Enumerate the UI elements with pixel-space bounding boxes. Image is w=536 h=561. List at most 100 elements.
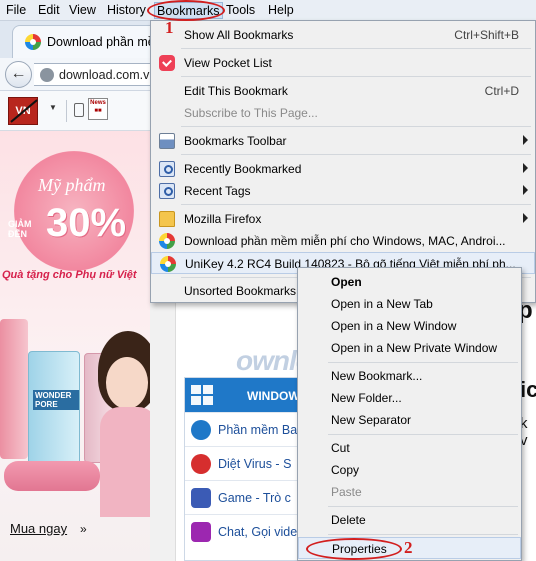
back-arrow-icon[interactable]: ← — [5, 61, 32, 88]
news-icon[interactable]: News ■■ — [88, 98, 108, 120]
search-folder-icon — [159, 161, 175, 177]
download-site-icon — [160, 256, 176, 272]
ctx-cut[interactable]: Cut — [298, 437, 521, 459]
ctx-new-folder[interactable]: New Folder... — [298, 387, 521, 409]
category-item[interactable]: Diệt Virus - S — [185, 446, 303, 480]
menu-separator — [181, 48, 531, 49]
menu-item-label: Mozilla Firefox — [184, 212, 262, 226]
menu-bar: File Edit View History Bookmarks Tools H… — [0, 0, 536, 21]
menu-recent-tags[interactable]: Recent Tags — [151, 180, 535, 202]
ctx-new-separator[interactable]: New Separator — [298, 409, 521, 431]
menu-item-label: Recent Tags — [184, 184, 251, 198]
ctx-open-new-tab[interactable]: Open in a New Tab — [298, 293, 521, 315]
menu-view[interactable]: View — [67, 2, 98, 19]
ad-headline: Mỹ phẩm — [38, 175, 106, 195]
category-list: WINDOW Phần mềm Ba Diệt Virus - S Game -… — [184, 377, 304, 561]
ctx-open[interactable]: Open — [298, 271, 521, 293]
annotation-step-2: 2 — [404, 538, 413, 557]
buy-now-arrow-icon: » — [80, 522, 87, 536]
menu-subscribe-to-page: Subscribe to This Page... — [151, 102, 535, 124]
site-favicon-icon — [25, 34, 41, 50]
ad-product-lipstick — [4, 461, 100, 491]
menu-separator — [328, 362, 518, 363]
menu-item-label: Open in a New Private Window — [331, 341, 498, 355]
ctx-new-bookmark[interactable]: New Bookmark... — [298, 365, 521, 387]
download-site-icon — [159, 233, 175, 249]
menu-item-label: New Bookmark... — [331, 369, 423, 383]
ctx-open-new-window[interactable]: Open in a New Window — [298, 315, 521, 337]
menu-item-label: View Pocket List — [184, 56, 272, 70]
menu-recently-bookmarked[interactable]: Recently Bookmarked — [151, 158, 535, 180]
menu-edit-this-bookmark[interactable]: Edit This Bookmark Ctrl+D — [151, 80, 535, 102]
page-icon[interactable] — [74, 103, 84, 117]
menu-file[interactable]: File — [4, 2, 28, 19]
ad-tagline: Quà tặng cho Phụ nữ Việt — [2, 269, 137, 281]
menu-item-label: New Folder... — [331, 391, 402, 405]
windows-category-header[interactable]: WINDOW — [185, 378, 303, 412]
bookmark-download-vn[interactable]: Download phần mềm miễn phí cho Windows, … — [151, 230, 535, 252]
menu-item-label: Open in a New Tab — [331, 297, 433, 311]
menu-item-label: New Separator — [331, 413, 412, 427]
menu-separator — [181, 126, 531, 127]
ad-product-bottle-pink — [0, 319, 28, 459]
menu-item-label: Download phần mềm miễn phí cho Windows, … — [184, 234, 506, 248]
menu-tools[interactable]: Tools — [224, 2, 257, 19]
gamepad-icon — [191, 488, 211, 508]
menu-help[interactable]: Help — [266, 2, 296, 19]
menu-bookmarks[interactable]: Bookmarks — [154, 2, 223, 19]
ad-model-body — [100, 407, 150, 517]
category-item[interactable]: Chat, Gọi vide — [185, 514, 303, 548]
menu-separator — [328, 434, 518, 435]
bookmark-context-menu: Open Open in a New Tab Open in a New Win… — [297, 267, 522, 561]
submenu-arrow-icon — [523, 135, 528, 145]
menu-separator — [328, 506, 518, 507]
buy-now-link[interactable]: Mua ngay — [10, 521, 67, 536]
menu-item-label: Edit This Bookmark — [184, 84, 288, 98]
menu-item-label: Unsorted Bookmarks — [184, 284, 297, 298]
dropdown-arrow-icon[interactable]: ▼ — [49, 103, 57, 112]
vn-addon-icon[interactable]: VN — [8, 97, 38, 125]
menu-mozilla-firefox[interactable]: Mozilla Firefox — [151, 208, 535, 230]
submenu-arrow-icon — [523, 213, 528, 223]
bookmarks-menu: Show All Bookmarks Ctrl+Shift+B View Poc… — [150, 20, 536, 303]
search-folder-icon — [159, 183, 175, 199]
menu-item-label: Cut — [331, 441, 350, 455]
url-text: download.com.v — [59, 68, 150, 82]
menu-separator — [328, 534, 518, 535]
pocket-icon — [159, 55, 175, 71]
ad-model-face — [106, 357, 148, 409]
menu-item-label: Subscribe to This Page... — [184, 106, 318, 120]
menu-item-label: Recently Bookmarked — [184, 162, 302, 176]
menu-edit[interactable]: Edit — [36, 2, 62, 19]
menu-separator — [181, 154, 531, 155]
menu-history[interactable]: History — [105, 2, 148, 19]
windows-category-label: WINDOW — [247, 389, 300, 403]
menu-item-shortcut: Ctrl+Shift+B — [454, 28, 519, 42]
menu-view-pocket-list[interactable]: View Pocket List — [151, 52, 535, 74]
ctx-copy[interactable]: Copy — [298, 459, 521, 481]
clipped-text: k v — [520, 415, 528, 449]
ad-discount-label: GIẢM ĐẾN — [8, 219, 32, 239]
virus-shield-icon — [191, 454, 211, 474]
menu-item-label: Paste — [331, 485, 362, 499]
category-label: Diệt Virus - S — [218, 457, 292, 471]
menu-bookmarks-toolbar[interactable]: Bookmarks Toolbar — [151, 130, 535, 152]
software-icon — [191, 420, 211, 440]
menu-item-label: Open in a New Window — [331, 319, 457, 333]
menu-show-all-bookmarks[interactable]: Show All Bookmarks Ctrl+Shift+B — [151, 24, 535, 46]
submenu-arrow-icon — [523, 185, 528, 195]
menu-item-label: Bookmarks Toolbar — [184, 134, 287, 148]
annotation-step-1: 1 — [165, 18, 174, 37]
chat-icon — [191, 522, 211, 542]
menu-item-label: Properties — [332, 542, 387, 556]
menu-separator — [181, 76, 531, 77]
ctx-open-private-window[interactable]: Open in a New Private Window — [298, 337, 521, 359]
category-label: Game - Trò c — [218, 491, 291, 505]
category-item[interactable]: Phần mềm Ba — [185, 412, 303, 446]
ctx-delete[interactable]: Delete — [298, 509, 521, 531]
cosmetics-ad-banner[interactable]: Mỹ phẩm GIẢM ĐẾN 30% Quà tặng cho Phụ nữ … — [0, 131, 150, 561]
submenu-arrow-icon — [523, 163, 528, 173]
folder-icon — [159, 211, 175, 227]
menu-item-label: Show All Bookmarks — [184, 28, 294, 42]
category-item[interactable]: Game - Trò c — [185, 480, 303, 514]
